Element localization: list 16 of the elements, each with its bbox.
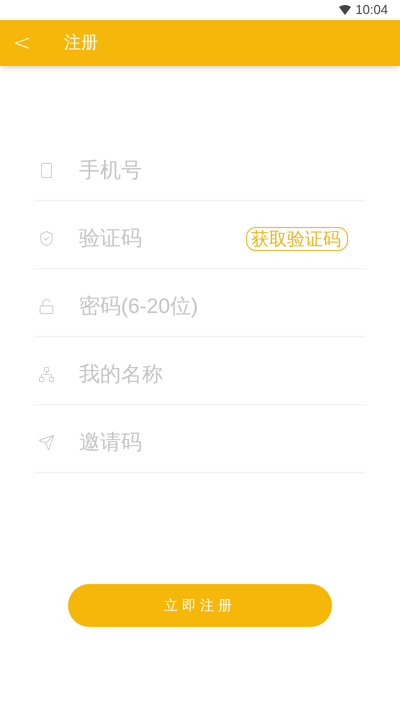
get-code-button[interactable]: 获取验证码 (246, 226, 348, 250)
register-button[interactable]: 立即注册 (68, 584, 332, 627)
page-title: 注册 (64, 32, 98, 54)
paper-plane-icon (38, 434, 55, 451)
network-icon (38, 366, 55, 383)
shield-check-icon (38, 230, 55, 247)
input-field[interactable]: 手机号 (79, 154, 366, 186)
back-button[interactable]: < (4, 26, 40, 60)
wifi-icon (339, 5, 352, 15)
phone-icon (38, 162, 55, 179)
input-field[interactable]: 验证码 (79, 222, 246, 254)
open-lock-icon (38, 298, 55, 315)
input-field[interactable]: 我的名称 (79, 358, 366, 390)
input-field[interactable]: 密码(6-20位) (79, 290, 366, 322)
clock: 10:04 (355, 1, 388, 20)
input-field[interactable]: 邀请码 (79, 426, 366, 458)
